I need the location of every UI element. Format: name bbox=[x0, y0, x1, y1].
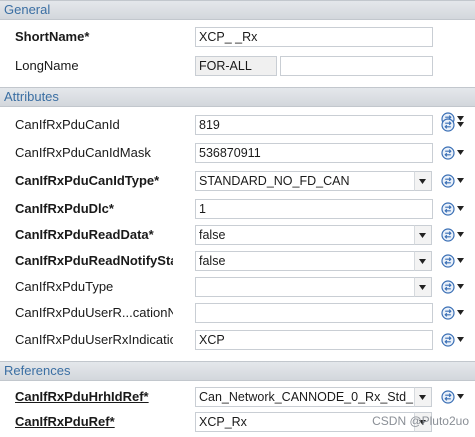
dlc-label: CanIfRxPduDlc* bbox=[15, 201, 114, 216]
dlc-input[interactable]: 1 bbox=[195, 199, 433, 219]
chevron-down-icon bbox=[419, 285, 426, 290]
row-can-id-mask: CanIfRxPduCanIdMask 536870911 bbox=[0, 140, 475, 166]
can-id-type-label: CanIfRxPduCanIdType* bbox=[15, 173, 160, 188]
chevron-down-icon bbox=[419, 233, 426, 238]
pdu-type-label: CanIfRxPduType bbox=[15, 279, 114, 294]
user-rx-indication-input[interactable]: XCP bbox=[195, 330, 433, 350]
user-rx-indication-label: CanIfRxPduUserRxIndicatio bbox=[15, 332, 173, 347]
caret-down-icon[interactable] bbox=[457, 206, 464, 211]
reset-icon[interactable] bbox=[441, 228, 455, 242]
short-name-input[interactable]: XCP_ _Rx bbox=[195, 27, 433, 47]
reset-icon[interactable] bbox=[441, 333, 455, 347]
chevron-down-icon bbox=[419, 395, 426, 400]
caret-down-icon[interactable] bbox=[457, 284, 464, 289]
caret-down-icon[interactable] bbox=[457, 122, 464, 127]
reset-icon[interactable] bbox=[441, 146, 455, 160]
row-user-rx-indication: CanIfRxPduUserRxIndicatio XCP bbox=[0, 327, 475, 353]
row-can-id-type: CanIfRxPduCanIdType* STANDARD_NO_FD_CAN bbox=[0, 168, 475, 194]
can-id-input[interactable]: 819 bbox=[195, 115, 433, 135]
section-header-attributes[interactable]: Attributes bbox=[0, 87, 475, 107]
long-name-label: LongName bbox=[15, 58, 79, 73]
caret-down-icon[interactable] bbox=[457, 232, 464, 237]
watermark: CSDN @Pluto2uo bbox=[372, 414, 469, 428]
long-name-language-field[interactable]: FOR-ALL bbox=[195, 56, 277, 76]
reset-icon[interactable] bbox=[441, 202, 455, 216]
chevron-down-icon bbox=[419, 259, 426, 264]
read-data-select[interactable]: false bbox=[195, 225, 415, 245]
read-notify-status-select[interactable]: false bbox=[195, 251, 415, 271]
caret-down-icon[interactable] bbox=[457, 310, 464, 315]
hrh-id-ref-dropdown-button[interactable] bbox=[414, 387, 432, 407]
user-r-cation-input[interactable] bbox=[195, 303, 433, 323]
caret-down-icon[interactable] bbox=[457, 337, 464, 342]
short-name-label: ShortName* bbox=[15, 29, 90, 44]
row-read-data: CanIfRxPduReadData* false bbox=[0, 222, 475, 248]
reset-icon[interactable] bbox=[441, 254, 455, 268]
reset-icon[interactable] bbox=[441, 390, 455, 404]
caret-down-icon[interactable] bbox=[457, 150, 464, 155]
hrh-id-ref-select[interactable]: Can_Network_CANNODE_0_Rx_Std_M bbox=[195, 387, 415, 407]
caret-down-icon[interactable] bbox=[457, 394, 464, 399]
pdu-ref-link[interactable]: CanIfRxPduRef* bbox=[15, 409, 173, 435]
hrh-id-ref-link[interactable]: CanIfRxPduHrhIdRef* bbox=[15, 384, 173, 410]
row-pdu-type: CanIfRxPduType bbox=[0, 274, 475, 300]
can-id-type-select[interactable]: STANDARD_NO_FD_CAN bbox=[195, 171, 415, 191]
row-long-name: LongName FOR-ALL bbox=[0, 53, 475, 79]
section-header-references[interactable]: References bbox=[0, 361, 475, 381]
can-id-type-dropdown-button[interactable] bbox=[414, 171, 432, 191]
pdu-type-dropdown-button[interactable] bbox=[414, 277, 432, 297]
reset-icon[interactable] bbox=[441, 306, 455, 320]
can-id-mask-label: CanIfRxPduCanIdMask bbox=[15, 145, 151, 160]
caret-down-icon[interactable] bbox=[457, 258, 464, 263]
can-id-mask-input[interactable]: 536870911 bbox=[195, 143, 433, 163]
reset-icon[interactable] bbox=[441, 174, 455, 188]
reset-icon[interactable] bbox=[441, 280, 455, 294]
row-hrh-id-ref: CanIfRxPduHrhIdRef* Can_Network_CANNODE_… bbox=[0, 384, 475, 410]
can-id-label: CanIfRxPduCanId bbox=[15, 117, 120, 132]
chevron-down-icon bbox=[419, 179, 426, 184]
row-user-r-cation: CanIfRxPduUserR...cationNa bbox=[0, 300, 475, 326]
read-data-label: CanIfRxPduReadData* bbox=[15, 227, 154, 242]
read-data-dropdown-button[interactable] bbox=[414, 225, 432, 245]
row-short-name: ShortName* XCP_ _Rx bbox=[0, 24, 475, 50]
caret-down-icon[interactable] bbox=[457, 178, 464, 183]
read-notify-status-dropdown-button[interactable] bbox=[414, 251, 432, 271]
row-read-notify-status: CanIfRxPduReadNotifySta false bbox=[0, 248, 475, 274]
pdu-type-select[interactable] bbox=[195, 277, 415, 297]
section-header-general[interactable]: General bbox=[0, 0, 475, 20]
user-r-cation-label: CanIfRxPduUserR...cationNa bbox=[15, 305, 173, 320]
row-can-id: CanIfRxPduCanId 819 bbox=[0, 112, 475, 138]
read-notify-status-label: CanIfRxPduReadNotifySta bbox=[15, 253, 173, 268]
reset-icon[interactable] bbox=[441, 118, 455, 132]
long-name-input[interactable] bbox=[280, 56, 433, 76]
row-dlc: CanIfRxPduDlc* 1 bbox=[0, 196, 475, 222]
